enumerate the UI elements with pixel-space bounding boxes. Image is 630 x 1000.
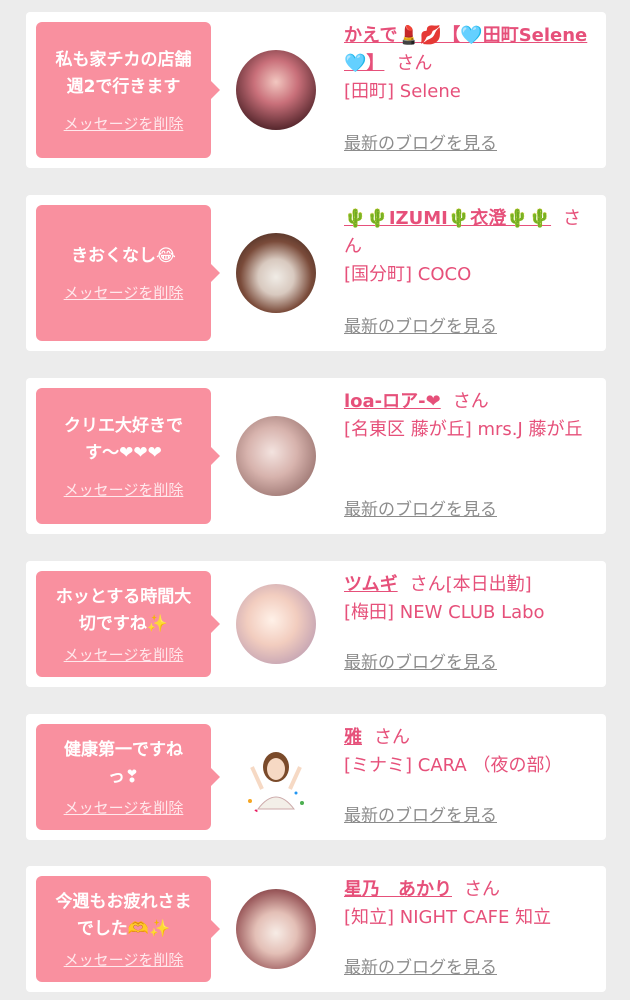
cast-name-row: ツムギ さん[本日出勤]	[344, 571, 596, 599]
cast-name-link[interactable]: 星乃 あかり	[344, 879, 452, 900]
latest-blog-link[interactable]: 最新のブログを見る	[344, 956, 497, 980]
shop-name: [ミナミ] CARA （夜の部）	[344, 755, 563, 776]
latest-blog-link[interactable]: 最新のブログを見る	[344, 804, 497, 828]
shop-name: [国分町] COCO	[344, 264, 472, 285]
honorific: さん	[374, 727, 410, 748]
message-bubble: 健康第一ですね っ❣ メッセージを削除	[36, 724, 220, 830]
message-card: 健康第一ですね っ❣ メッセージを削除 雅さん [ミナミ] CARA （夜の部）…	[26, 714, 606, 840]
honorific: さん	[396, 53, 433, 74]
delete-message-link[interactable]: メッセージを削除	[64, 113, 184, 134]
message-bubble: 私も家チカの店舗 週2で行きます メッセージを削除	[36, 22, 220, 158]
message-card: 今週もお疲れさま でした🫶✨ メッセージを削除 星乃 あかり さん [知立] NI…	[26, 866, 606, 992]
message-text: 健康第一ですね っ❣	[64, 739, 183, 787]
cast-name-link[interactable]: かえで💄💋【🩵田町Selene🩵】	[344, 25, 587, 74]
message-card: きおくなし😂 メッセージを削除 🌵🌵IZUMI🌵衣澄🌵🌵 さん [国分町] COC…	[26, 195, 606, 351]
latest-blog-link[interactable]: 最新のブログを見る	[344, 651, 497, 675]
honorific: さん	[409, 574, 446, 595]
status-label: [本日出勤]	[445, 574, 532, 595]
message-bubble: ホッとする時間大 切ですね✨ メッセージを削除	[36, 571, 220, 677]
delete-message-link[interactable]: メッセージを削除	[64, 797, 184, 818]
cast-name-row: 🌵🌵IZUMI🌵衣澄🌵🌵 さん	[344, 205, 596, 261]
honorific: さん	[464, 879, 500, 900]
cast-name-link[interactable]: 雅	[344, 727, 362, 748]
message-text: きおくなし😂	[71, 246, 176, 266]
delete-message-link[interactable]: メッセージを削除	[64, 479, 184, 500]
latest-blog-link[interactable]: 最新のブログを見る	[344, 498, 497, 522]
latest-blog-link[interactable]: 最新のブログを見る	[344, 315, 497, 339]
avatar[interactable]	[236, 584, 316, 664]
honorific: さん	[452, 391, 489, 412]
delete-message-link[interactable]: メッセージを削除	[64, 644, 184, 665]
message-text: 今週もお疲れさま でした🫶✨	[55, 891, 192, 939]
message-bubble: きおくなし😂 メッセージを削除	[36, 205, 220, 341]
message-card: クリエ大好きで す〜❤❤❤ メッセージを削除 loa-ロア-❤ さん [名東区 藤…	[26, 378, 606, 534]
delete-message-link[interactable]: メッセージを削除	[64, 949, 184, 970]
latest-blog-link[interactable]: 最新のブログを見る	[344, 132, 497, 156]
shop-name: [梅田] NEW CLUB Labo	[344, 602, 545, 623]
cast-name-row: かえで💄💋【🩵田町Selene🩵】 さん	[344, 22, 596, 78]
cast-name-link[interactable]: loa-ロア-❤	[344, 391, 441, 412]
message-bubble: クリエ大好きで す〜❤❤❤ メッセージを削除	[36, 388, 220, 524]
cast-name-row: loa-ロア-❤ さん	[344, 388, 596, 416]
message-text: クリエ大好きで す〜❤❤❤	[64, 415, 183, 463]
avatar[interactable]	[236, 889, 316, 969]
message-card: ホッとする時間大 切ですね✨ メッセージを削除 ツムギ さん[本日出勤] [梅田]…	[26, 561, 606, 687]
shop-name: [知立] NIGHT CAFE 知立	[344, 907, 552, 928]
avatar[interactable]	[236, 416, 316, 496]
cast-name-row: 星乃 あかり さん	[344, 876, 596, 904]
illustrated-avatar-icon	[248, 752, 304, 813]
cast-name-link[interactable]: ツムギ	[344, 574, 398, 595]
message-text: ホッとする時間大 切ですね✨	[55, 586, 192, 634]
message-text: 私も家チカの店舗 週2で行きます	[55, 49, 192, 97]
avatar[interactable]	[236, 737, 316, 817]
avatar[interactable]	[236, 50, 316, 130]
message-bubble: 今週もお疲れさま でした🫶✨ メッセージを削除	[36, 876, 220, 982]
shop-name: [田町] Selene	[344, 81, 461, 102]
avatar[interactable]	[236, 233, 316, 313]
message-card: 私も家チカの店舗 週2で行きます メッセージを削除 かえで💄💋【🩵田町Selen…	[26, 12, 606, 168]
shop-name: [名東区 藤が丘] mrs.J 藤が丘	[344, 419, 583, 440]
cast-name-row: 雅さん	[344, 724, 596, 752]
cast-name-link[interactable]: 🌵🌵IZUMI🌵衣澄🌵🌵	[344, 208, 551, 229]
delete-message-link[interactable]: メッセージを削除	[64, 282, 184, 303]
